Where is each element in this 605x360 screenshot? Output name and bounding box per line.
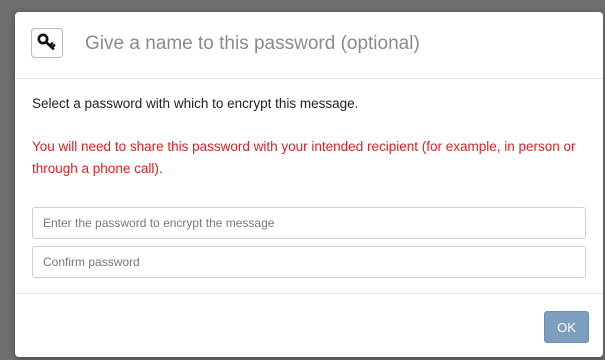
key-button[interactable] xyxy=(31,28,63,58)
dialog-footer: OK xyxy=(15,294,603,357)
dialog-header xyxy=(15,12,603,79)
instruction-text: Select a password with which to encrypt … xyxy=(32,96,359,111)
key-icon xyxy=(37,33,57,54)
warning-text: You will need to share this password wit… xyxy=(32,139,576,176)
password-dialog: Select a password with which to encrypt … xyxy=(15,12,603,357)
password-name-input[interactable] xyxy=(85,30,565,58)
ok-button[interactable]: OK xyxy=(544,311,589,343)
confirm-password-input[interactable] xyxy=(32,246,586,278)
dialog-body: Select a password with which to encrypt … xyxy=(15,79,603,294)
password-input[interactable] xyxy=(32,207,586,239)
